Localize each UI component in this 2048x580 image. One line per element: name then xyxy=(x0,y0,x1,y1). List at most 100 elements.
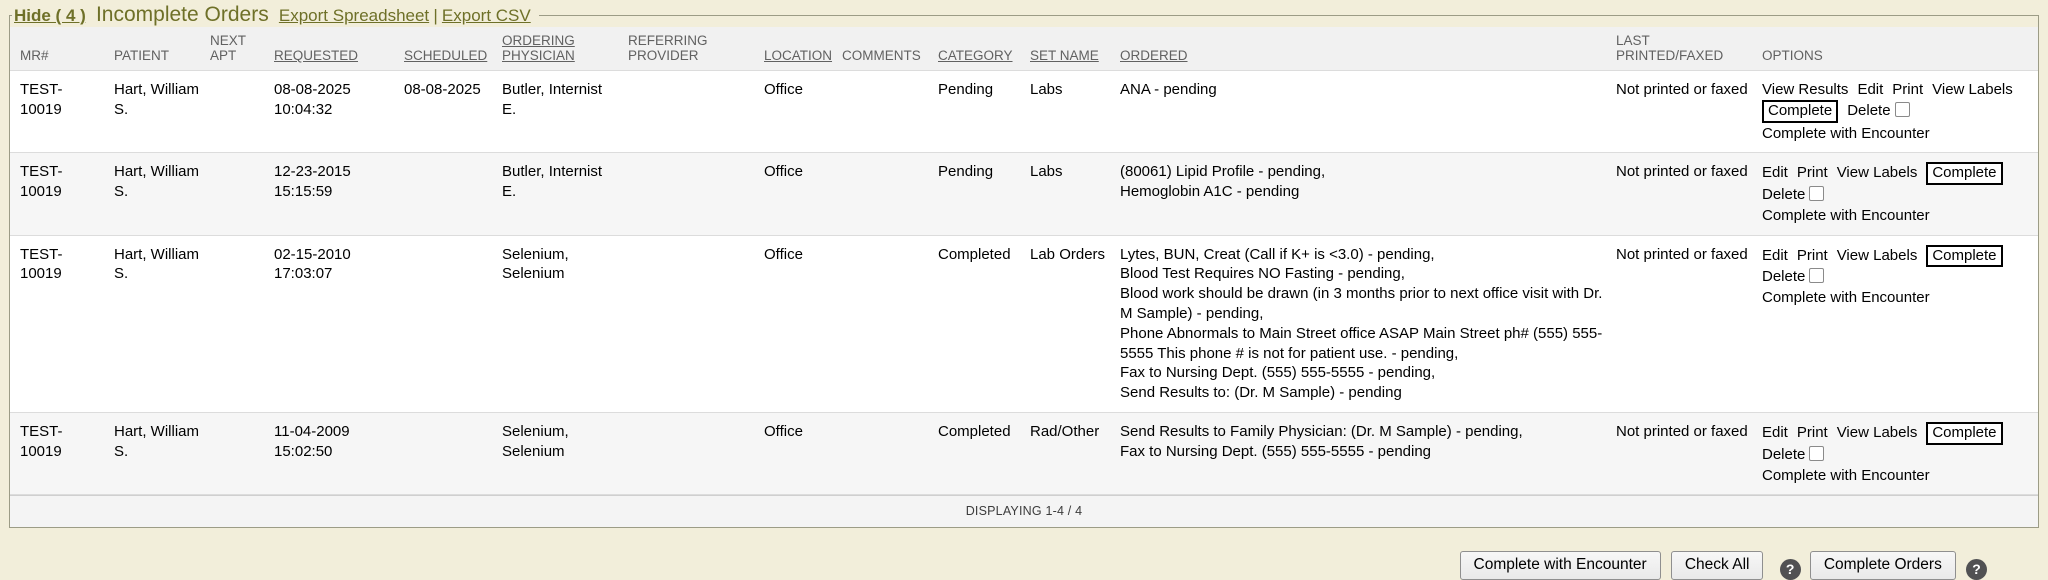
view-labels-link[interactable]: View Labels xyxy=(1932,81,2013,98)
column-label-mr: MR# xyxy=(20,48,49,63)
page-title: Incomplete Orders xyxy=(96,3,269,26)
sort-link-ordering_physician[interactable]: ORDERING PHYSICIAN xyxy=(502,33,575,63)
edit-link[interactable]: Edit xyxy=(1857,81,1883,98)
cell-options: Edit Print View Labels Complete Delete Comple… xyxy=(1762,153,2038,235)
complete-with-encounter-link[interactable]: Complete with Encounter xyxy=(1762,206,2028,226)
cell-comments xyxy=(842,153,938,235)
sort-link-location[interactable]: LOCATION xyxy=(764,48,832,63)
view-results-link[interactable]: View Results xyxy=(1762,81,1848,98)
ordered-item: Fax to Nursing Dept. (555) 555-5555 - pe… xyxy=(1120,442,1606,462)
cell-ordering_physician: Butler, Internist E. xyxy=(502,153,628,235)
column-header-next_apt: NEXT APT xyxy=(210,27,274,71)
cell-patient: Hart, William S. xyxy=(114,413,210,495)
cell-mr: TEST-10019 xyxy=(10,153,114,235)
complete-orders-button[interactable]: Complete Orders xyxy=(1810,551,1956,580)
cell-category: Completed xyxy=(938,413,1030,495)
hide-link[interactable]: Hide ( 4 ) xyxy=(14,6,86,25)
complete-with-encounter-button[interactable]: Complete with Encounter xyxy=(1460,551,1661,580)
print-link[interactable]: Print xyxy=(1797,164,1828,181)
cell-referring_provider xyxy=(628,71,764,153)
edit-link[interactable]: Edit xyxy=(1762,424,1788,441)
sort-link-set_name[interactable]: SET NAME xyxy=(1030,48,1099,63)
column-label-comments: COMMENTS xyxy=(842,48,921,63)
cell-ordering_physician: Selenium, Selenium xyxy=(502,413,628,495)
cell-patient: Hart, William S. xyxy=(114,235,210,412)
complete-with-encounter-link[interactable]: Complete with Encounter xyxy=(1762,124,2028,144)
cell-requested: 08-08-2025 10:04:32 xyxy=(274,71,404,153)
cell-mr: TEST-10019 xyxy=(10,235,114,412)
cell-patient: Hart, William S. xyxy=(114,71,210,153)
table-header-row: MR#PATIENTNEXT APTREQUESTEDSCHEDULEDORDE… xyxy=(10,27,2038,71)
help-icon[interactable]: ? xyxy=(1780,559,1801,580)
complete-button[interactable]: Complete xyxy=(1762,100,1838,123)
cell-ordered: (80061) Lipid Profile - pending,Hemoglob… xyxy=(1120,153,1616,235)
cell-ordered: Send Results to Family Physician: (Dr. M… xyxy=(1120,413,1616,495)
complete-button[interactable]: Complete xyxy=(1926,162,2002,185)
cell-comments xyxy=(842,413,938,495)
column-label-referring_provider: REFERRING PROVIDER xyxy=(628,33,708,63)
paging-status: DISPLAYING 1-4 / 4 xyxy=(10,495,2038,527)
cell-scheduled xyxy=(404,153,502,235)
print-link[interactable]: Print xyxy=(1797,247,1828,264)
print-link[interactable]: Print xyxy=(1892,81,1923,98)
sort-link-requested[interactable]: REQUESTED xyxy=(274,48,358,63)
action-bar: Complete with Encounter Check All ? Comp… xyxy=(0,551,2048,580)
cell-set_name: Labs xyxy=(1030,153,1120,235)
cell-next_apt xyxy=(210,153,274,235)
delete-checkbox[interactable] xyxy=(1809,446,1824,461)
complete-with-encounter-link[interactable]: Complete with Encounter xyxy=(1762,466,2028,486)
order-row: TEST-10019Hart, William S. 08-08-2025 10:… xyxy=(10,71,2038,153)
delete-checkbox[interactable] xyxy=(1809,268,1824,283)
column-header-set_name: SET NAME xyxy=(1030,27,1120,71)
cell-location: Office xyxy=(764,153,842,235)
order-row: TEST-10019Hart, William S.11-04-2009 15:… xyxy=(10,413,2038,495)
cell-location: Office xyxy=(764,71,842,153)
column-label-options: OPTIONS xyxy=(1762,48,1823,63)
cell-referring_provider xyxy=(628,235,764,412)
orders-table-body: TEST-10019Hart, William S.08-08-2025 10:… xyxy=(10,71,2038,495)
ordered-item: ANA - pending xyxy=(1120,80,1606,100)
view-labels-link[interactable]: View Labels xyxy=(1837,424,1918,441)
cell-patient: Hart, William S. xyxy=(114,153,210,235)
ordered-item: Phone Abnormals to Main Street office AS… xyxy=(1120,324,1606,364)
view-labels-link[interactable]: View Labels xyxy=(1837,247,1918,264)
export-spreadsheet-link[interactable]: Export Spreadsheet xyxy=(279,6,429,25)
cell-next_apt xyxy=(210,413,274,495)
delete-link[interactable]: Delete xyxy=(1762,446,1805,463)
delete-link[interactable]: Delete xyxy=(1762,186,1805,203)
edit-link[interactable]: Edit xyxy=(1762,164,1788,181)
cell-location: Office xyxy=(764,413,842,495)
check-all-button[interactable]: Check All xyxy=(1671,551,1764,580)
cell-location: Office xyxy=(764,235,842,412)
cell-next_apt xyxy=(210,71,274,153)
ordered-item: Send Results to Family Physician: (Dr. M… xyxy=(1120,422,1606,442)
edit-link[interactable]: Edit xyxy=(1762,247,1788,264)
column-header-ordered: ORDERED xyxy=(1120,27,1616,71)
ordered-item: Blood Test Requires NO Fasting - pending… xyxy=(1120,264,1606,284)
delete-link[interactable]: Delete xyxy=(1847,102,1890,119)
sort-link-ordered[interactable]: ORDERED xyxy=(1120,48,1188,63)
cell-options: Edit Print View Labels Complete Delete Comple… xyxy=(1762,413,2038,495)
delete-link[interactable]: Delete xyxy=(1762,268,1805,285)
complete-with-encounter-link[interactable]: Complete with Encounter xyxy=(1762,288,2028,308)
incomplete-orders-table: MR#PATIENTNEXT APTREQUESTEDSCHEDULEDORDE… xyxy=(10,27,2038,495)
column-header-category: CATEGORY xyxy=(938,27,1030,71)
sort-link-category[interactable]: CATEGORY xyxy=(938,48,1013,63)
delete-checkbox[interactable] xyxy=(1895,102,1910,117)
help-icon[interactable]: ? xyxy=(1966,559,1987,580)
column-header-comments: COMMENTS xyxy=(842,27,938,71)
export-csv-link[interactable]: Export CSV xyxy=(442,6,531,25)
cell-comments xyxy=(842,235,938,412)
complete-button[interactable]: Complete xyxy=(1926,422,2002,445)
column-header-last_printed_faxed: LAST PRINTED/FAXED xyxy=(1616,27,1762,71)
sort-link-scheduled[interactable]: SCHEDULED xyxy=(404,48,487,63)
print-link[interactable]: Print xyxy=(1797,424,1828,441)
view-labels-link[interactable]: View Labels xyxy=(1837,164,1918,181)
delete-checkbox[interactable] xyxy=(1809,186,1824,201)
cell-options: View Results Edit Print View Labels Complete… xyxy=(1762,71,2038,153)
cell-last_printed_faxed: Not printed or faxed xyxy=(1616,153,1762,235)
cell-referring_provider xyxy=(628,413,764,495)
column-header-mr: MR# xyxy=(10,27,114,71)
complete-button[interactable]: Complete xyxy=(1926,245,2002,268)
cell-mr: TEST-10019 xyxy=(10,71,114,153)
